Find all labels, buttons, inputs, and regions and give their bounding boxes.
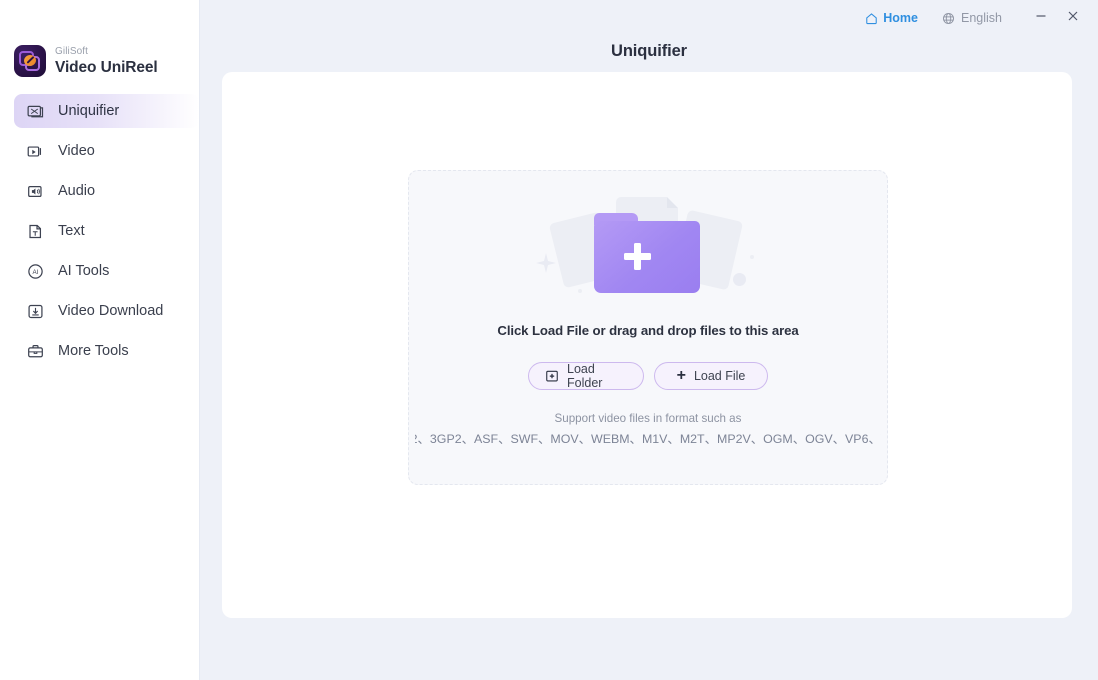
more-tools-icon [26, 342, 45, 361]
audio-icon [26, 182, 45, 201]
page-title: Uniquifier [611, 42, 687, 60]
close-icon [1066, 9, 1080, 28]
window-topbar: Home English [200, 0, 1098, 36]
home-icon [865, 12, 878, 25]
uniquifier-icon [26, 102, 45, 121]
sidebar-item-label: Uniquifier [58, 103, 120, 119]
language-selector[interactable]: English [942, 11, 1002, 25]
folder-add-icon [545, 369, 559, 383]
sidebar-item-ai-tools[interactable]: AI AI Tools [14, 254, 199, 288]
sidebar-item-label: Video [58, 143, 95, 159]
close-button[interactable] [1062, 7, 1084, 29]
load-file-label: Load File [693, 369, 746, 383]
sidebar-item-label: Text [58, 223, 85, 239]
ai-tools-icon: AI [26, 262, 45, 281]
dropzone-headline: Click Load File or drag and drop files t… [497, 323, 799, 338]
load-file-button[interactable]: + Load File [654, 362, 768, 390]
file-dropzone[interactable]: Click Load File or drag and drop files t… [408, 170, 888, 485]
svg-text:AI: AI [33, 269, 39, 276]
dropzone-actions: Load Folder + Load File [528, 362, 768, 390]
folder-plus-illustration [528, 191, 768, 301]
minimize-button[interactable] [1030, 7, 1052, 29]
support-label: Support video files in format such as [554, 412, 742, 425]
content-card: Click Load File or drag and drop files t… [222, 72, 1072, 618]
sidebar-item-more-tools[interactable]: More Tools [14, 334, 199, 368]
video-icon [26, 142, 45, 161]
plus-icon: + [676, 367, 686, 384]
sidebar-item-video-download[interactable]: Video Download [14, 294, 199, 328]
supported-formats-list: G2、3GP2、ASF、SWF、MOV、WEBM、M1V、M2T、MP2V、OG… [415, 432, 881, 446]
unireel-logo-icon [14, 45, 46, 77]
sidebar-item-uniquifier[interactable]: Uniquifier [14, 94, 199, 128]
sidebar-item-label: AI Tools [58, 263, 110, 279]
text-icon [26, 222, 45, 241]
sidebar-nav: Uniquifier Video Audio Text AI AI Tools … [0, 84, 199, 368]
brand-company: GiliSoft [55, 45, 89, 57]
sidebar-item-label: Video Download [58, 303, 164, 319]
main-area: Home English Uniquifier Click Load File … [200, 0, 1098, 680]
home-button[interactable]: Home [865, 11, 918, 25]
globe-icon [942, 12, 955, 25]
supported-formats-marquee: G2、3GP2、ASF、SWF、MOV、WEBM、M1V、M2T、MP2V、OG… [415, 429, 881, 447]
language-label: English [961, 11, 1002, 25]
home-label: Home [883, 11, 918, 25]
sidebar-item-video[interactable]: Video [14, 134, 199, 168]
load-folder-button[interactable]: Load Folder [528, 362, 644, 390]
sidebar: GiliSoft Video UniReel Uniquifier Video … [0, 0, 200, 680]
sidebar-item-text[interactable]: Text [14, 214, 199, 248]
brand: GiliSoft Video UniReel [0, 0, 199, 84]
video-download-icon [26, 302, 45, 321]
minimize-icon [1034, 9, 1048, 28]
sidebar-item-label: Audio [58, 183, 96, 199]
sidebar-item-audio[interactable]: Audio [14, 174, 199, 208]
load-folder-label: Load Folder [567, 362, 603, 390]
sidebar-item-label: More Tools [58, 343, 129, 359]
app-window: GiliSoft Video UniReel Uniquifier Video … [0, 0, 1098, 680]
brand-product: Video UniReel [55, 58, 158, 76]
